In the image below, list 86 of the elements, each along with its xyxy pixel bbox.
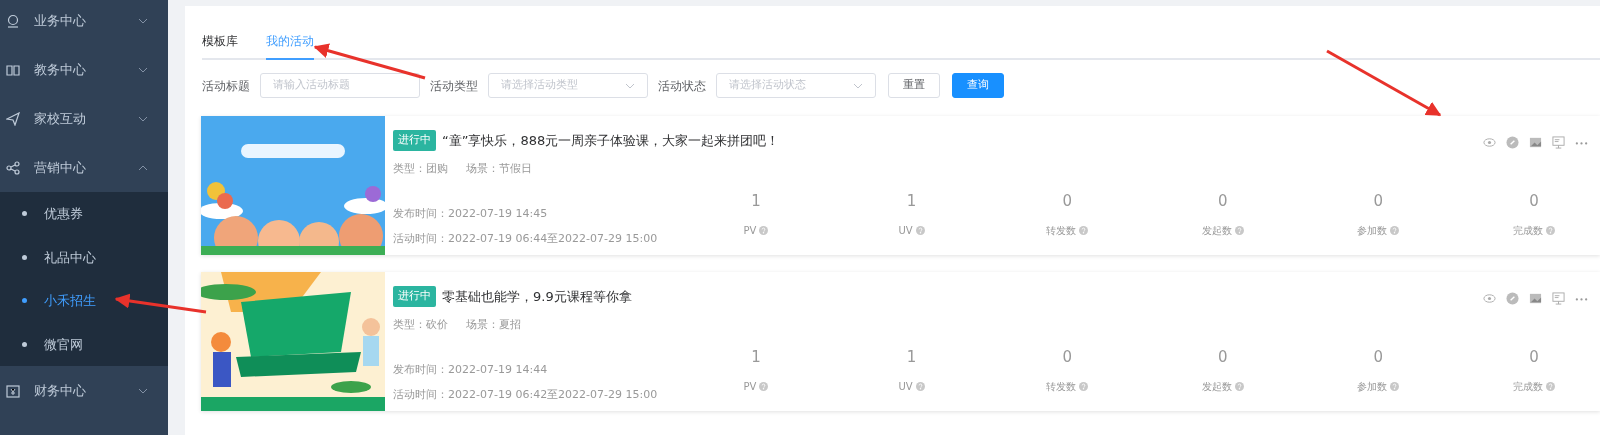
chevron-down-icon (625, 82, 635, 89)
stat-value: 0 (1529, 347, 1539, 368)
sidebar-item[interactable]: 教务中心 (0, 45, 168, 94)
stat-value: 0 (1373, 347, 1384, 368)
bullet-icon (22, 341, 27, 347)
activity-scene: 场景：夏招 (466, 316, 521, 333)
tab[interactable]: 模板库 (202, 31, 238, 60)
stat-label: UV (898, 223, 913, 238)
field-label: 活动状态 (658, 77, 706, 95)
stat-value: 1 (906, 347, 917, 368)
status-tag: 进行中 (393, 286, 436, 307)
paper-plane-icon (6, 111, 20, 126)
sidebar-item[interactable]: 业务中心 (0, 0, 168, 45)
image-icon[interactable] (1529, 136, 1542, 149)
stat-label: 完成数 (1512, 379, 1543, 394)
sidebar-item[interactable]: 财务中心 (0, 366, 168, 415)
sidebar-item[interactable]: 营销中心 (0, 143, 168, 192)
stat-label: 参加数 (1357, 223, 1388, 238)
help-icon[interactable] (915, 381, 925, 391)
chevron-down-icon (138, 387, 148, 394)
book-icon (6, 62, 20, 77)
help-icon[interactable] (1390, 381, 1400, 391)
activity-title[interactable]: “童”享快乐，888元一周亲子体验课，大家一起来拼团吧！ (442, 130, 780, 150)
sidebar-item[interactable]: 家校互动 (0, 94, 168, 143)
stat-label: PV (743, 379, 757, 394)
help-icon[interactable] (1545, 225, 1555, 235)
stat-value: 0 (1062, 191, 1072, 212)
money-icon (6, 383, 20, 398)
link-icon[interactable] (1506, 136, 1519, 149)
submenu-item[interactable]: 小禾招生 (0, 279, 168, 323)
stat-label: 完成数 (1512, 223, 1543, 238)
eye-icon[interactable] (1483, 292, 1496, 305)
stat-label: PV (743, 223, 757, 238)
help-icon[interactable] (759, 225, 769, 235)
share-icon (6, 160, 20, 175)
publish-time: 发布时间：2022-07-19 14:45 (393, 206, 549, 222)
monitor-icon[interactable] (1552, 292, 1565, 305)
chevron-down-icon (138, 115, 148, 122)
stat-value: 0 (1218, 191, 1228, 212)
activity-period: 活动时间：2022-07-19 06:42至2022-07-29 15:00 (393, 386, 659, 403)
stat-label: 转发数 (1046, 379, 1077, 394)
reset-button[interactable]: 重置 (888, 73, 940, 98)
stat-value: 0 (1218, 347, 1228, 368)
monitor-icon[interactable] (1552, 136, 1565, 149)
publish-time: 发布时间：2022-07-19 14:44 (393, 362, 549, 378)
activity-title[interactable]: 零基础也能学，9.9元课程等你拿 (442, 286, 632, 306)
field-label: 活动标题 (202, 77, 250, 95)
user-icon (6, 13, 20, 28)
submenu-item[interactable]: 礼品中心 (0, 235, 168, 279)
stat-label: 参加数 (1357, 379, 1388, 394)
status-tag: 进行中 (393, 130, 436, 151)
bullet-icon (22, 254, 27, 260)
bullet-icon (22, 211, 27, 217)
help-icon[interactable] (1079, 381, 1089, 391)
stat-label: UV (898, 379, 913, 394)
stat-value: 0 (1062, 347, 1072, 368)
stat-value: 0 (1529, 191, 1539, 212)
help-icon[interactable] (1390, 225, 1400, 235)
chevron-down-icon (138, 17, 148, 24)
help-icon[interactable] (1545, 381, 1555, 391)
field-label: 活动类型 (430, 77, 478, 95)
stat-label: 发起数 (1201, 223, 1232, 238)
stat-value: 0 (1373, 191, 1384, 212)
chevron-down-icon (853, 82, 863, 89)
image-icon[interactable] (1529, 292, 1542, 305)
help-icon[interactable] (1234, 225, 1244, 235)
activity-scene: 场景：节假日 (466, 160, 532, 177)
link-icon[interactable] (1506, 292, 1519, 305)
help-icon[interactable] (759, 381, 769, 391)
stat-value: 1 (751, 347, 761, 368)
activity-type: 类型：团购 (393, 160, 448, 177)
stat-label: 转发数 (1046, 223, 1077, 238)
help-icon[interactable] (1234, 381, 1244, 391)
chevron-down-icon (138, 66, 148, 73)
activity-type: 类型：砍价 (393, 316, 448, 333)
help-icon[interactable] (1079, 225, 1089, 235)
activity-period: 活动时间：2022-07-19 06:44至2022-07-29 15:00 (393, 230, 659, 247)
chevron-up-icon (138, 164, 148, 171)
stat-label: 发起数 (1201, 379, 1232, 394)
stat-value: 1 (751, 191, 761, 212)
eye-icon[interactable] (1483, 136, 1496, 149)
stat-value: 1 (906, 191, 917, 212)
submenu-item[interactable]: 优惠券 (0, 192, 168, 236)
submenu-item[interactable]: 微官网 (0, 322, 168, 366)
bullet-icon (22, 298, 27, 304)
help-icon[interactable] (915, 225, 925, 235)
